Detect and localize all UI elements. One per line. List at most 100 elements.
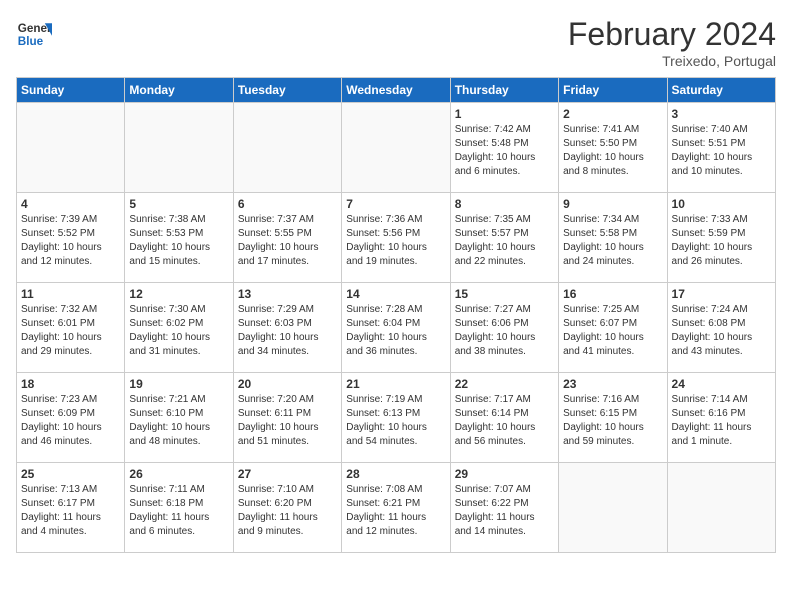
day-number: 23 [563,377,662,391]
day-info: Sunrise: 7:24 AM Sunset: 6:08 PM Dayligh… [672,303,771,359]
weekday-header: Saturday [667,78,775,103]
day-info: Sunrise: 7:35 AM Sunset: 5:57 PM Dayligh… [455,213,554,269]
day-number: 10 [672,197,771,211]
day-number: 19 [129,377,228,391]
day-info: Sunrise: 7:29 AM Sunset: 6:03 PM Dayligh… [238,303,337,359]
calendar-cell: 18 Sunrise: 7:23 AM Sunset: 6:09 PM Dayli… [17,373,125,463]
day-info: Sunrise: 7:19 AM Sunset: 6:13 PM Dayligh… [346,393,445,449]
day-info: Sunrise: 7:28 AM Sunset: 6:04 PM Dayligh… [346,303,445,359]
day-info: Sunrise: 7:37 AM Sunset: 5:55 PM Dayligh… [238,213,337,269]
page-header: General Blue February 2024 Treixedo, Por… [16,16,776,69]
calendar-cell: 4 Sunrise: 7:39 AM Sunset: 5:52 PM Daylig… [17,193,125,283]
calendar-cell: 1Sunrise: 7:42 AM Sunset: 5:48 PM Daylig… [450,103,558,193]
day-info: Sunrise: 7:21 AM Sunset: 6:10 PM Dayligh… [129,393,228,449]
weekday-header: Sunday [17,78,125,103]
calendar-cell: 16 Sunrise: 7:25 AM Sunset: 6:07 PM Dayli… [559,283,667,373]
day-number: 29 [455,467,554,481]
calendar-cell: 7 Sunrise: 7:36 AM Sunset: 5:56 PM Daylig… [342,193,450,283]
calendar-cell: 5 Sunrise: 7:38 AM Sunset: 5:53 PM Daylig… [125,193,233,283]
calendar-cell: 6 Sunrise: 7:37 AM Sunset: 5:55 PM Daylig… [233,193,341,283]
calendar-cell [667,463,775,553]
month-title: February 2024 [568,16,776,53]
weekday-header: Monday [125,78,233,103]
day-info: Sunrise: 7:23 AM Sunset: 6:09 PM Dayligh… [21,393,120,449]
day-number: 13 [238,287,337,301]
day-number: 18 [21,377,120,391]
weekday-header: Wednesday [342,78,450,103]
calendar-cell: 24 Sunrise: 7:14 AM Sunset: 6:16 PM Dayli… [667,373,775,463]
calendar-cell [125,103,233,193]
calendar-cell: 28Sunrise: 7:08 AM Sunset: 6:21 PM Dayli… [342,463,450,553]
day-info: Sunrise: 7:27 AM Sunset: 6:06 PM Dayligh… [455,303,554,359]
day-number: 1 [455,107,554,121]
day-number: 4 [21,197,120,211]
calendar-cell: 8 Sunrise: 7:35 AM Sunset: 5:57 PM Daylig… [450,193,558,283]
svg-text:Blue: Blue [18,35,44,48]
calendar-cell: 12Sunrise: 7:30 AM Sunset: 6:02 PM Dayli… [125,283,233,373]
calendar-cell [342,103,450,193]
day-number: 27 [238,467,337,481]
calendar-cell: 19 Sunrise: 7:21 AM Sunset: 6:10 PM Dayli… [125,373,233,463]
calendar-cell: 13 Sunrise: 7:29 AM Sunset: 6:03 PM Dayli… [233,283,341,373]
calendar-week-row: 1Sunrise: 7:42 AM Sunset: 5:48 PM Daylig… [17,103,776,193]
day-number: 2 [563,107,662,121]
day-number: 7 [346,197,445,211]
day-number: 21 [346,377,445,391]
day-number: 16 [563,287,662,301]
calendar-cell: 3Sunrise: 7:40 AM Sunset: 5:51 PM Daylig… [667,103,775,193]
calendar-week-row: 4 Sunrise: 7:39 AM Sunset: 5:52 PM Daylig… [17,193,776,283]
day-number: 11 [21,287,120,301]
day-number: 17 [672,287,771,301]
day-number: 8 [455,197,554,211]
calendar-body: 1Sunrise: 7:42 AM Sunset: 5:48 PM Daylig… [17,103,776,553]
title-block: February 2024 Treixedo, Portugal [568,16,776,69]
calendar-cell: 14 Sunrise: 7:28 AM Sunset: 6:04 PM Dayli… [342,283,450,373]
day-number: 22 [455,377,554,391]
day-info: Sunrise: 7:13 AM Sunset: 6:17 PM Dayligh… [21,483,120,539]
day-info: Sunrise: 7:25 AM Sunset: 6:07 PM Dayligh… [563,303,662,359]
calendar-cell: 25 Sunrise: 7:13 AM Sunset: 6:17 PM Dayli… [17,463,125,553]
day-info: Sunrise: 7:07 AM Sunset: 6:22 PM Dayligh… [455,483,554,539]
calendar-cell: 21 Sunrise: 7:19 AM Sunset: 6:13 PM Dayli… [342,373,450,463]
day-number: 9 [563,197,662,211]
day-info: Sunrise: 7:32 AM Sunset: 6:01 PM Dayligh… [21,303,120,359]
calendar-cell: 29 Sunrise: 7:07 AM Sunset: 6:22 PM Dayli… [450,463,558,553]
day-number: 14 [346,287,445,301]
day-info: Sunrise: 7:11 AM Sunset: 6:18 PM Dayligh… [129,483,228,539]
calendar-header-row: SundayMondayTuesdayWednesdayThursdayFrid… [17,78,776,103]
day-number: 28 [346,467,445,481]
calendar-week-row: 18 Sunrise: 7:23 AM Sunset: 6:09 PM Dayli… [17,373,776,463]
calendar-cell: 17 Sunrise: 7:24 AM Sunset: 6:08 PM Dayli… [667,283,775,373]
calendar-cell: 20 Sunrise: 7:20 AM Sunset: 6:11 PM Dayli… [233,373,341,463]
day-number: 15 [455,287,554,301]
day-number: 6 [238,197,337,211]
day-number: 20 [238,377,337,391]
day-info: Sunrise: 7:20 AM Sunset: 6:11 PM Dayligh… [238,393,337,449]
location-subtitle: Treixedo, Portugal [568,53,776,69]
day-number: 24 [672,377,771,391]
logo-icon: General Blue [16,16,52,52]
weekday-header: Thursday [450,78,558,103]
day-info: Sunrise: 7:39 AM Sunset: 5:52 PM Dayligh… [21,213,120,269]
calendar-cell: 26 Sunrise: 7:11 AM Sunset: 6:18 PM Dayli… [125,463,233,553]
calendar-cell: 11 Sunrise: 7:32 AM Sunset: 6:01 PM Dayli… [17,283,125,373]
calendar-cell [233,103,341,193]
day-number: 26 [129,467,228,481]
day-number: 25 [21,467,120,481]
day-number: 3 [672,107,771,121]
calendar-cell: 10Sunrise: 7:33 AM Sunset: 5:59 PM Dayli… [667,193,775,283]
day-info: Sunrise: 7:16 AM Sunset: 6:15 PM Dayligh… [563,393,662,449]
day-info: Sunrise: 7:41 AM Sunset: 5:50 PM Dayligh… [563,123,662,179]
day-info: Sunrise: 7:34 AM Sunset: 5:58 PM Dayligh… [563,213,662,269]
day-info: Sunrise: 7:14 AM Sunset: 6:16 PM Dayligh… [672,393,771,449]
calendar-cell [17,103,125,193]
day-info: Sunrise: 7:38 AM Sunset: 5:53 PM Dayligh… [129,213,228,269]
logo: General Blue [16,16,52,52]
day-number: 5 [129,197,228,211]
day-info: Sunrise: 7:10 AM Sunset: 6:20 PM Dayligh… [238,483,337,539]
day-info: Sunrise: 7:30 AM Sunset: 6:02 PM Dayligh… [129,303,228,359]
day-info: Sunrise: 7:36 AM Sunset: 5:56 PM Dayligh… [346,213,445,269]
calendar-table: SundayMondayTuesdayWednesdayThursdayFrid… [16,77,776,553]
calendar-cell: 27 Sunrise: 7:10 AM Sunset: 6:20 PM Dayli… [233,463,341,553]
calendar-cell [559,463,667,553]
